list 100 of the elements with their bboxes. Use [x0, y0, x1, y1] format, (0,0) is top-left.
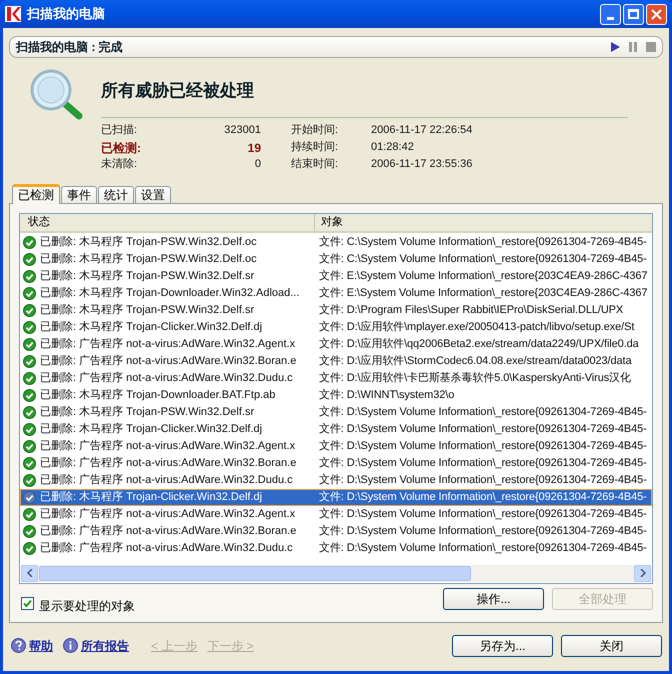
check-circle-icon — [23, 524, 36, 538]
time-label: 结束时间: — [291, 157, 340, 172]
list-row[interactable]: 已删除: 广告程序 not-a-virus:AdWare.Win32.Dudu.c 文件: D:\System Volume Information\_restore{09261304-7269-4B45- — [20, 540, 652, 556]
list-row[interactable]: 已删除: 广告程序 not-a-virus:AdWare.Win32.Agent.x 文件: D:\System Volume Information\_restore{09261304-7269-4B45- — [20, 506, 652, 522]
status-text: 已删除: 木马程序 Trojan-Clicker.Win32.Delf.dj — [40, 320, 262, 335]
info-icon — [63, 638, 78, 653]
status-text: 已删除: 木马程序 Trojan-PSW.Win32.Delf.oc — [40, 252, 257, 267]
object-text: 文件: D:\System Volume Information\_restore{09261304-7269-4B45- — [318, 524, 647, 539]
link[interactable]: 帮助 — [29, 636, 53, 654]
minimize-button[interactable] — [600, 4, 621, 24]
check-circle-icon — [23, 474, 36, 486]
object-text: 文件: D:\应用软件\mplayer.exe/20050413-patch/libvo/setup.exe/St — [318, 320, 634, 335]
tab[interactable]: 设置 — [135, 186, 171, 204]
object-text: 文件: D:\应用软件\StormCodec6.04.08.exe/stream/data0023/data — [318, 354, 632, 369]
caret-left-icon — [26, 569, 32, 577]
column-header[interactable]: 对象 — [315, 214, 652, 230]
close-button[interactable] — [646, 4, 667, 24]
close-icon — [651, 8, 662, 20]
status-text: 已删除: 广告程序 not-a-virus:AdWare.Win32.Dudu.c — [40, 472, 293, 488]
time-label: 持续时间: — [291, 140, 340, 156]
help-icon — [11, 638, 26, 653]
object-text: 文件: D:\System Volume Information\_restore{09261304-7269-4B45- — [318, 456, 647, 471]
button[interactable]: 关闭 — [561, 634, 662, 656]
object-text: 文件: D:\System Volume Information\_restore{09261304-7269-4B45- — [318, 490, 647, 505]
check-circle-icon — [23, 490, 36, 504]
check-circle-icon — [23, 372, 36, 384]
list-row[interactable]: 已删除: 广告程序 not-a-virus:AdWare.Win32.Agent.x 文件: D:\应用软件\qq2006Beta2.exe/stream/data2249/UPX/file0.da — [20, 336, 652, 352]
app-logo-icon — [5, 6, 21, 22]
play-icon[interactable] — [610, 42, 620, 52]
list-row[interactable]: 已删除: 木马程序 Trojan-PSW.Win32.Delf.sr 文件: E:\System Volume Information\_restore{203C4EA9-286C-4367 — [20, 268, 652, 284]
object-text: 文件: E:\System Volume Information\_restore{203C4EA9-286C-4367 — [318, 286, 648, 301]
scroll-thumb[interactable] — [39, 566, 471, 580]
list-row[interactable]: 已删除: 广告程序 not-a-virus:AdWare.Win32.Dudu.c 文件: D:\应用软件\卡巴斯基杀毒软件5.0\KasperskyAnti-Virus汉化 — [20, 370, 652, 386]
stat-value: 19 — [248, 140, 261, 156]
maximize-button[interactable] — [623, 4, 644, 24]
check-circle-icon — [23, 388, 36, 402]
status-text: 已删除: 广告程序 not-a-virus:AdWare.Win32.Agent.x — [40, 506, 296, 522]
object-text: 文件: D:\Program Files\Super Rabbit\IEPro\DiskSerial.DLL/UPX — [318, 302, 624, 318]
tab[interactable]: 已检测 — [12, 184, 60, 204]
list-row[interactable]: 已删除: 木马程序 Trojan-PSW.Win32.Delf.sr 文件: D:\Program Files\Super Rabbit\IEPro\DiskSerial.DLL/UPX — [20, 302, 652, 318]
check-circle-icon — [23, 508, 36, 520]
object-text: 文件: D:\WINNT\system32\o — [318, 388, 454, 403]
stat-label: 已检测: — [101, 140, 141, 156]
window-title: 扫描我的电脑 — [27, 5, 105, 24]
list-row[interactable]: 已删除: 广告程序 not-a-virus:AdWare.Win32.Dudu.c 文件: D:\System Volume Information\_restore{09261304-7269-4B45- — [20, 472, 652, 488]
check-circle-icon — [23, 304, 36, 316]
list-row[interactable]: 已删除: 木马程序 Trojan-PSW.Win32.Delf.oc 文件: C:\System Volume Information\_restore{09261304-7269-4B45- — [20, 250, 652, 268]
status-text: 已删除: 木马程序 Trojan-PSW.Win32.Delf.sr — [40, 302, 254, 318]
horizontal-scrollbar[interactable] — [21, 564, 651, 582]
object-text: 文件: C:\System Volume Information\_restore{09261304-7269-4B45- — [318, 252, 647, 267]
list-row[interactable]: 已删除: 广告程序 not-a-virus:AdWare.Win32.Agent.x 文件: D:\System Volume Information\_restore{09261304-7269-4B45- — [20, 438, 652, 454]
list-row[interactable]: 已删除: 木马程序 Trojan-Downloader.BAT.Ftp.ab 文件: D:\WINNT\system32\o — [20, 386, 652, 404]
tab[interactable]: 统计 — [98, 186, 134, 204]
list-row[interactable]: 已删除: 木马程序 Trojan-Clicker.Win32.Delf.dj 文件: D:\System Volume Information\_restore{09261304-7269-4B45- — [20, 420, 652, 438]
check-circle-icon — [23, 270, 36, 282]
time-value: 01:28:42 — [371, 140, 414, 156]
tab[interactable]: 事件 — [61, 186, 97, 204]
scroll-left-button[interactable] — [21, 564, 38, 582]
list-row[interactable]: 已删除: 木马程序 Trojan-PSW.Win32.Delf.sr 文件: D:\System Volume Information\_restore{09261304-7269-4B45- — [20, 404, 652, 420]
list-row[interactable]: 已删除: 广告程序 not-a-virus:AdWare.Win32.Boran.e 文件: D:\System Volume Information\_restore{09261304-7269-4B45- — [20, 522, 652, 540]
checkbox-label: 显示要处理的对象 — [39, 598, 135, 614]
check-circle-icon — [23, 320, 36, 334]
object-text: 文件: D:\System Volume Information\_restore{09261304-7269-4B45- — [318, 438, 647, 454]
list-row[interactable]: 已删除: 木马程序 Trojan-Downloader.Win32.Adload... 文件: E:\System Volume Information\_restore{203C4EA9-286C-4367 — [20, 284, 652, 302]
status-text: 已删除: 木马程序 Trojan-Downloader.BAT.Ftp.ab — [40, 388, 276, 403]
checkbox[interactable] — [21, 597, 34, 610]
scroll-right-button[interactable] — [634, 564, 651, 582]
check-circle-icon — [23, 252, 36, 266]
object-text: 文件: E:\System Volume Information\_restore{203C4EA9-286C-4367 — [318, 268, 648, 284]
status-text: 已删除: 广告程序 not-a-virus:AdWare.Win32.Agent.x — [40, 438, 296, 454]
check-circle-icon — [23, 422, 36, 436]
status-text: 已删除: 木马程序 Trojan-PSW.Win32.Delf.oc — [40, 234, 257, 250]
time-label: 开始时间: — [291, 123, 340, 138]
object-text: 文件: D:\System Volume Information\_restore{09261304-7269-4B45- — [318, 422, 647, 437]
button[interactable]: 另存为... — [452, 634, 553, 656]
scan-status-title: 扫描我的电脑 : 完成 — [16, 39, 123, 56]
status-text: 已删除: 广告程序 not-a-virus:AdWare.Win32.Dudu.c — [40, 370, 293, 386]
check-circle-icon — [23, 406, 36, 418]
status-text: 已删除: 广告程序 not-a-virus:AdWare.Win32.Boran.e — [40, 524, 296, 539]
column-header[interactable]: 状态 — [20, 214, 315, 230]
status-text: 已删除: 木马程序 Trojan-Clicker.Win32.Delf.dj — [40, 490, 262, 505]
caret-right-icon — [640, 569, 646, 577]
status-text: 已删除: 广告程序 not-a-virus:AdWare.Win32.Agent.x — [40, 336, 296, 352]
button[interactable]: 操作... — [443, 588, 544, 610]
list-row[interactable]: 已删除: 木马程序 Trojan-PSW.Win32.Delf.oc 文件: C:\System Volume Information\_restore{09261304-7269-4B45- — [20, 234, 652, 250]
list-row[interactable]: 已删除: 木马程序 Trojan-Clicker.Win32.Delf.dj 文件: D:\应用软件\mplayer.exe/20050413-patch/libvo/setup.exe/St — [20, 318, 652, 336]
object-text: 文件: D:\System Volume Information\_restore{09261304-7269-4B45- — [318, 472, 647, 488]
object-text: 文件: D:\应用软件\卡巴斯基杀毒软件5.0\KasperskyAnti-Virus汉化 — [318, 370, 631, 386]
check-circle-icon — [23, 286, 36, 300]
list-row[interactable]: 已删除: 木马程序 Trojan-Clicker.Win32.Delf.dj 文件: D:\System Volume Information\_restore{09261304-7269-4B45- — [20, 488, 652, 506]
list-row[interactable]: 已删除: 广告程序 not-a-virus:AdWare.Win32.Boran.e 文件: D:\应用软件\StormCodec6.04.08.exe/stream/data0023/data — [20, 352, 652, 370]
object-text: 文件: C:\System Volume Information\_restore{09261304-7269-4B45- — [318, 234, 647, 250]
status-text: 已删除: 广告程序 not-a-virus:AdWare.Win32.Dudu.c — [40, 540, 293, 556]
link[interactable]: 所有报告 — [81, 636, 129, 654]
status-text: 已删除: 木马程序 Trojan-PSW.Win32.Delf.sr — [40, 268, 254, 284]
check-circle-icon — [23, 354, 36, 368]
status-text: 已删除: 木马程序 Trojan-PSW.Win32.Delf.sr — [40, 404, 254, 420]
status-text: 已删除: 木马程序 Trojan-Downloader.Win32.Adload... — [40, 286, 300, 301]
time-value: 2006-11-17 22:26:54 — [371, 123, 472, 138]
list-row[interactable]: 已删除: 广告程序 not-a-virus:AdWare.Win32.Boran.e 文件: D:\System Volume Information\_restore{09261304-7269-4B45- — [20, 454, 652, 472]
